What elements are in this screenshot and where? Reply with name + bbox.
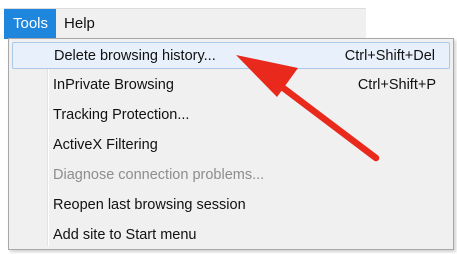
menu-item-shortcut: Ctrl+Shift+Del — [344, 48, 435, 64]
menu-item-reopen-last-session[interactable]: Reopen last browsing session — [12, 192, 450, 219]
menu-item-label: Add site to Start menu — [53, 227, 197, 243]
menu-item-shortcut: Ctrl+Shift+P — [357, 77, 436, 93]
menu-item-label: InPrivate Browsing — [53, 77, 174, 93]
menu-bar: Tools Help — [4, 8, 366, 39]
menu-item-delete-browsing-history[interactable]: Delete browsing history... Ctrl+Shift+De… — [12, 42, 450, 69]
menu-item-inprivate-browsing[interactable]: InPrivate Browsing Ctrl+Shift+P — [12, 72, 450, 99]
menu-item-tracking-protection[interactable]: Tracking Protection... — [12, 102, 450, 129]
screenshot: Tools Help Delete browsing history... Ct… — [0, 0, 457, 254]
menu-item-label: Tracking Protection... — [53, 107, 190, 123]
tools-dropdown-menu: Delete browsing history... Ctrl+Shift+De… — [8, 38, 454, 250]
menu-item-label: ActiveX Filtering — [53, 137, 158, 153]
menu-item-label: Diagnose connection problems... — [53, 167, 265, 183]
menu-item-add-site-to-start-menu[interactable]: Add site to Start menu — [12, 222, 450, 249]
menu-item-activex-filtering[interactable]: ActiveX Filtering — [12, 132, 450, 159]
menu-help[interactable]: Help — [56, 9, 103, 39]
menu-item-diagnose-connection-problems: Diagnose connection problems... — [12, 162, 450, 189]
menu-item-label: Reopen last browsing session — [53, 197, 246, 213]
menu-item-label: Delete browsing history... — [54, 48, 216, 64]
menu-tools[interactable]: Tools — [4, 9, 57, 39]
